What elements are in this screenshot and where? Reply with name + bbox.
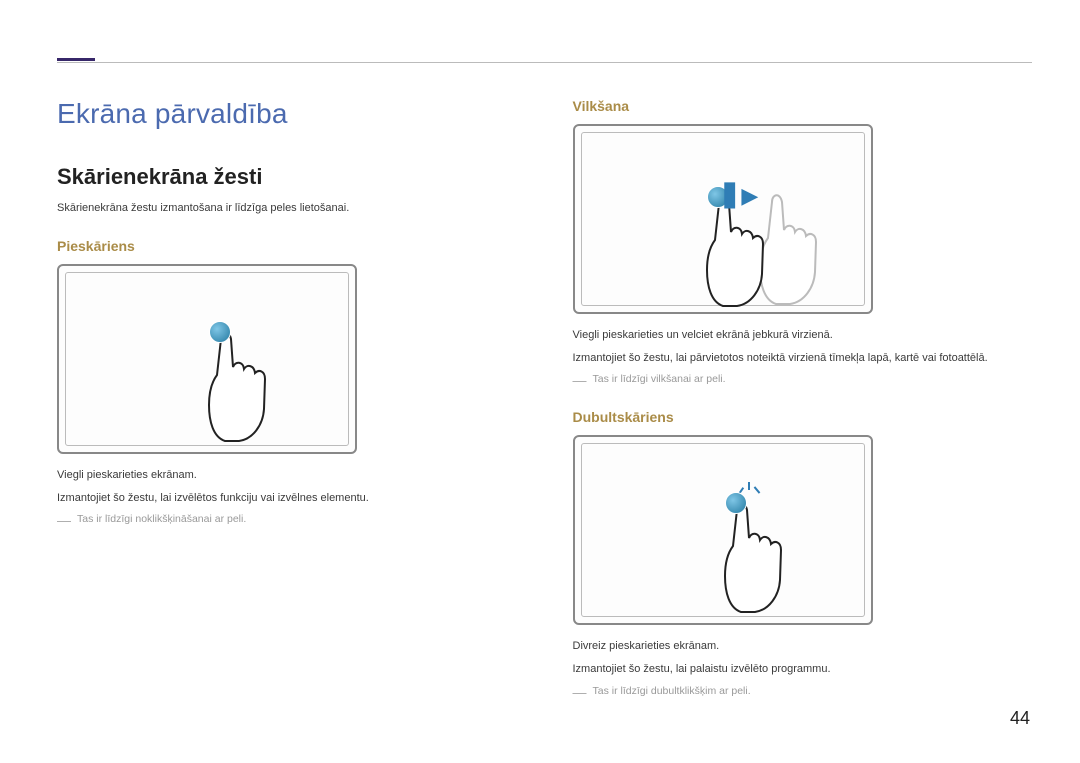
- accent-mark: [57, 58, 95, 61]
- touch-point-icon: [725, 492, 747, 514]
- drag-hand-icon: ▋▶: [697, 186, 787, 314]
- drag-note: ― Tas ir līdzīgi vilkšanai ar peli.: [573, 373, 1033, 387]
- section-intro: Skārienekrāna žestu izmantošana ir līdzī…: [57, 202, 517, 214]
- doubletap-figure: [573, 435, 873, 625]
- doubletap-caption-1: Divreiz pieskarieties ekrānam.: [573, 637, 1033, 656]
- tap-note-text: Tas ir līdzīgi noklikšķināšanai ar peli.: [77, 513, 246, 527]
- chapter-title: Ekrāna pārvaldība: [57, 98, 517, 130]
- doubletap-hand-icon: [715, 492, 805, 625]
- drag-figure: ▋▶: [573, 124, 873, 314]
- right-column: Vilkšana ▋▶ Viegli pieskarieties un velc…: [573, 98, 1033, 699]
- tap-caption-1: Viegli pieskarieties ekrānam.: [57, 466, 517, 485]
- note-dash-icon: ―: [573, 685, 587, 699]
- page: Ekrāna pārvaldība Skārienekrāna žesti Sk…: [0, 0, 1080, 763]
- tap-caption-2: Izmantojiet šo žestu, lai izvēlētos funk…: [57, 489, 517, 508]
- drag-note-text: Tas ir līdzīgi vilkšanai ar peli.: [593, 373, 726, 387]
- doubletap-caption-2: Izmantojiet šo žestu, lai palaistu izvēl…: [573, 660, 1033, 679]
- touch-point-icon: [209, 321, 231, 343]
- tap-heading: Pieskāriens: [57, 238, 517, 254]
- tap-note: ― Tas ir līdzīgi noklikšķināšanai ar pel…: [57, 513, 517, 527]
- hand-icon: [715, 492, 805, 622]
- tap-hand-icon: [199, 321, 289, 454]
- section-title: Skārienekrāna žesti: [57, 164, 517, 190]
- note-dash-icon: ―: [57, 513, 71, 527]
- content-columns: Ekrāna pārvaldība Skārienekrāna žesti Sk…: [57, 98, 1032, 699]
- drag-caption-2: Izmantojiet šo žestu, lai pārvietotos no…: [573, 349, 1033, 368]
- top-divider: [57, 62, 1032, 63]
- drag-heading: Vilkšana: [573, 98, 1033, 114]
- tap-figure: [57, 264, 357, 454]
- note-dash-icon: ―: [573, 373, 587, 387]
- drag-caption-1: Viegli pieskarieties un velciet ekrānā j…: [573, 326, 1033, 345]
- doubletap-note: ― Tas ir līdzīgi dubultklikšķim ar peli.: [573, 685, 1033, 699]
- doubletap-heading: Dubultskāriens: [573, 409, 1033, 425]
- page-number: 44: [1010, 708, 1030, 729]
- doubletap-note-text: Tas ir līdzīgi dubultklikšķim ar peli.: [593, 685, 751, 699]
- arrow-right-icon: ▋▶: [725, 183, 759, 209]
- left-column: Ekrāna pārvaldība Skārienekrāna žesti Sk…: [57, 98, 517, 699]
